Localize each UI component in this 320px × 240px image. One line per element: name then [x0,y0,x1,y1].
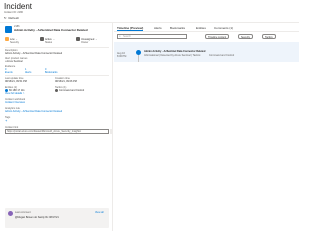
tabs-divider [114,31,299,32]
last-comment-text: @Megan Bowen do Sanity Rc 08/17/21 [15,216,59,219]
severity-label: Severity [10,41,20,44]
last-update-value: 08/16/21, 09:51 PM [5,80,27,83]
divider [5,47,109,48]
view-full-details-link[interactable]: View full details > [5,92,24,95]
incident-link-field[interactable]: https://portal.azure.com/#asset/Microsof… [5,129,109,134]
status-label: Status [45,41,53,44]
evidence-events-label[interactable]: Events [5,71,13,74]
description-text: Admin Activity - AzSentinel Data Connect… [5,52,63,55]
chevron-down-icon: ⌄ [95,37,98,41]
incident-name: Admin Activity - AzSentinel Data Connect… [14,28,88,32]
last-comment-card: Last comment View all @Megan Bowen do Sa… [5,208,109,228]
view-all-comments-link[interactable]: View all [95,211,104,214]
copy-icon[interactable] [110,129,113,134]
tab-entities[interactable]: Entities [196,26,206,30]
owner-label: Owner [81,41,89,44]
refresh-icon: ↻ [4,16,7,20]
add-tag-icon[interactable]: + [5,119,7,123]
chevron-down-icon: ⌄ [52,37,55,41]
alert-product-value: • Azure Sentinel [5,60,23,63]
evidence-bookmarks-label[interactable]: Bookmarks [45,71,58,74]
evidence-label: Evidence [5,65,16,68]
timeline-content-filter[interactable]: Timeline content [205,34,230,39]
tab-alerts[interactable]: Alerts [154,26,162,30]
tab-comments[interactable]: Comments (1) [214,26,233,30]
tactic-item: Command and Control [55,89,84,92]
incident-details-pane: 2186 Admin Activity - AzSentinel Data Co… [0,23,113,231]
timeline-event[interactable]: Aug 16 8:06 PM Admin Activity - AzSentin… [114,42,299,62]
workbook-link[interactable]: Incident Overview [5,101,25,104]
evidence-alerts-label[interactable]: Alerts [25,71,31,74]
owner-icon [76,37,80,41]
timeline-pane: Timeline (Preview) Alerts Bookmarks Enti… [114,23,299,231]
avatar [8,211,13,216]
event-time: 8:06 PM [117,55,127,58]
alert-icon [136,50,141,55]
tab-bookmarks[interactable]: Bookmarks [170,26,185,30]
incident-icon [5,26,12,33]
search-icon: ⌕ [119,34,121,38]
tactics-filter[interactable]: Tactics [262,34,276,39]
tactic-icon [55,89,58,92]
severity-filter[interactable]: Severity [238,34,254,39]
creation-time-value: 08/16/21, 09:06 PM [55,80,77,83]
event-title: Admin Activity - AzSentinel Data Connect… [144,50,206,53]
severity-icon [5,37,9,41]
analytics-rule-link[interactable]: Admin Activity - AzSentinel Data Connect… [5,110,62,113]
refresh-button[interactable]: ↻ Refresh [4,16,19,20]
divider [5,75,109,76]
search-input[interactable]: ⌕ Search [117,34,187,39]
status-icon [40,37,44,41]
event-meta: Informational | Detected by Azure Sentin… [144,54,201,57]
event-tactic: Command and Control [209,54,235,57]
last-comment-label: Last comment [15,211,31,214]
page-subtitle: Incident ID: 2186 [4,11,23,14]
